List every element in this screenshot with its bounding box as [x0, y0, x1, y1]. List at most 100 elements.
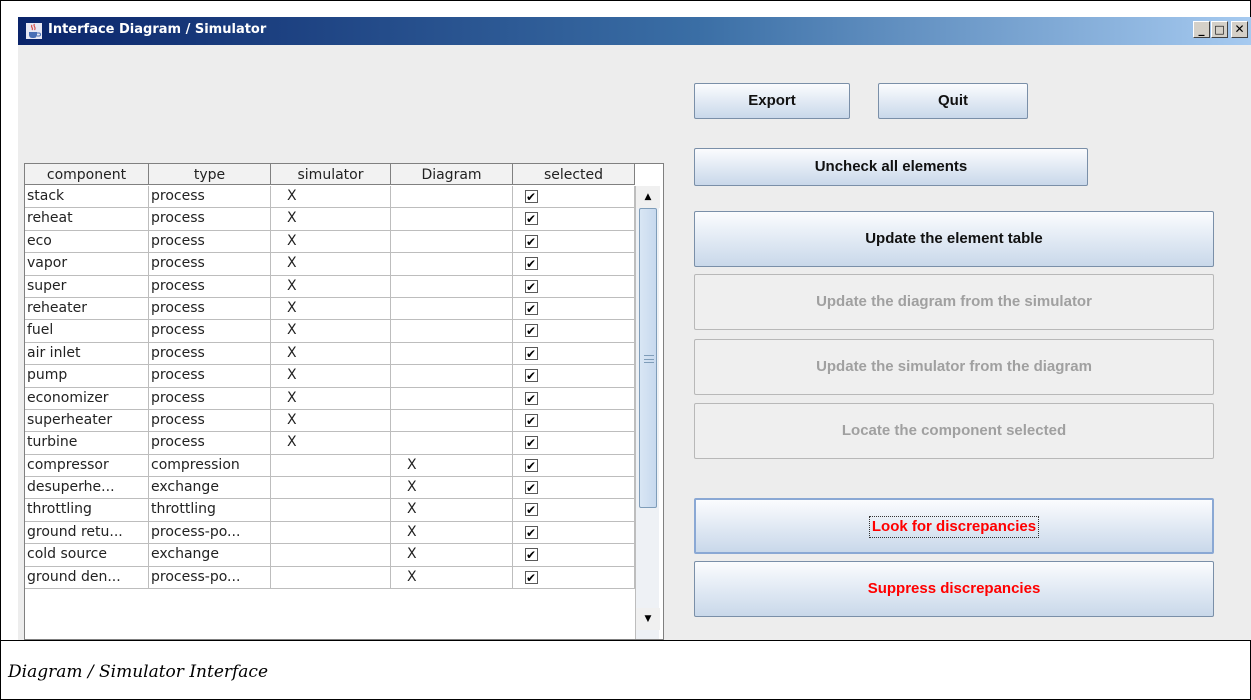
update-diagram-button[interactable]: Update the diagram from the simulator [694, 274, 1214, 330]
selected-checkbox[interactable] [525, 478, 538, 498]
type-cell: process [149, 253, 271, 275]
table-row[interactable]: super process X [25, 275, 635, 298]
component-cell: ground den... [25, 566, 149, 589]
selected-checkbox[interactable] [525, 187, 538, 207]
type-cell: process [149, 365, 271, 387]
component-cell: reheat [25, 208, 149, 230]
table-row[interactable]: cold source exchange X [25, 544, 635, 567]
selected-checkbox[interactable] [525, 277, 538, 297]
table-row[interactable]: compressor compression X [25, 454, 635, 478]
selected-checkbox[interactable] [525, 433, 538, 454]
close-button[interactable]: ✕ [1231, 21, 1248, 38]
component-cell: reheater [25, 297, 149, 320]
scroll-up-icon[interactable]: ▲ [636, 186, 660, 208]
update-simulator-button[interactable]: Update the simulator from the diagram [694, 339, 1214, 395]
diagram-cell: X [391, 566, 513, 589]
simulator-cell: X [271, 365, 391, 387]
table-row[interactable]: pump process X [25, 365, 635, 388]
selected-checkbox[interactable] [525, 523, 538, 543]
type-cell: process [149, 432, 271, 454]
table-header: component type simulator Diagram selecte… [25, 164, 635, 185]
table-row[interactable]: superheater process X [25, 409, 635, 433]
table-row[interactable]: ground retu... process-po... X [25, 521, 635, 545]
diagram-cell [391, 365, 513, 387]
uncheck-all-button[interactable]: Uncheck all elements [694, 148, 1088, 186]
table-row[interactable]: eco process X [25, 230, 635, 254]
selected-checkbox[interactable] [525, 411, 538, 431]
column-header-selected[interactable]: selected [513, 164, 635, 185]
selected-cell [513, 566, 635, 589]
table-row[interactable]: turbine process X [25, 432, 635, 455]
selected-cell [513, 275, 635, 297]
export-button[interactable]: Export [694, 83, 850, 119]
selected-cell [513, 387, 635, 409]
type-cell: process [149, 320, 271, 342]
selected-checkbox[interactable] [525, 209, 538, 230]
diagram-cell: X [391, 499, 513, 521]
selected-cell [513, 342, 635, 365]
selected-checkbox[interactable] [525, 321, 538, 342]
table-row[interactable]: ground den... process-po... X [25, 566, 635, 590]
selected-checkbox[interactable] [525, 568, 538, 588]
table-row[interactable]: throttling throttling X [25, 499, 635, 522]
selected-checkbox[interactable] [525, 344, 538, 364]
selected-checkbox[interactable] [525, 299, 538, 319]
selected-checkbox[interactable] [525, 389, 538, 409]
minimize-button[interactable]: _ [1193, 21, 1210, 38]
table-row[interactable]: reheat process X [25, 208, 635, 231]
update-table-button[interactable]: Update the element table [694, 211, 1214, 267]
column-header-type[interactable]: type [149, 164, 271, 185]
suppress-discrepancies-button[interactable]: Suppress discrepancies [694, 561, 1214, 617]
diagram-cell [391, 186, 513, 208]
diagram-cell: X [391, 521, 513, 544]
simulator-cell [271, 544, 391, 566]
diagram-cell [391, 432, 513, 454]
type-cell: process [149, 387, 271, 409]
column-header-diagram[interactable]: Diagram [391, 164, 513, 185]
selected-checkbox[interactable] [525, 500, 538, 521]
table-row[interactable]: reheater process X [25, 297, 635, 321]
column-header-simulator[interactable]: simulator [271, 164, 391, 185]
component-cell: stack [25, 186, 149, 208]
diagram-cell: X [391, 477, 513, 499]
scroll-thumb[interactable] [639, 208, 657, 508]
maximize-button[interactable]: □ [1211, 21, 1228, 38]
table-row[interactable]: air inlet process X [25, 342, 635, 366]
scroll-down-icon[interactable]: ▼ [636, 608, 660, 630]
selected-cell [513, 230, 635, 253]
selected-checkbox[interactable] [525, 254, 538, 275]
type-cell: compression [149, 454, 271, 477]
selected-checkbox[interactable] [525, 456, 538, 476]
simulator-cell: X [271, 253, 391, 275]
diagram-cell [391, 342, 513, 365]
simulator-cell [271, 499, 391, 521]
look-discrepancies-label: Look for discrepancies [868, 516, 1040, 538]
simulator-cell [271, 521, 391, 544]
selected-cell [513, 432, 635, 454]
selected-cell [513, 208, 635, 230]
diagram-cell: X [391, 454, 513, 477]
selected-checkbox[interactable] [525, 232, 538, 252]
diagram-cell [391, 275, 513, 297]
type-cell: throttling [149, 499, 271, 521]
vertical-scrollbar[interactable]: ▲ ▼ [635, 186, 660, 639]
look-discrepancies-button[interactable]: Look for discrepancies [694, 498, 1214, 554]
selected-cell [513, 499, 635, 521]
table-row[interactable]: fuel process X [25, 320, 635, 343]
table-body: stackprocessXreheatprocessXecoprocessXva… [25, 186, 635, 590]
selected-checkbox[interactable] [525, 545, 538, 566]
quit-button[interactable]: Quit [878, 83, 1028, 119]
type-cell: process [149, 409, 271, 432]
selected-checkbox[interactable] [525, 366, 538, 387]
type-cell: process-po... [149, 566, 271, 589]
table-row[interactable]: desuperhe... exchange X [25, 477, 635, 500]
column-header-component[interactable]: component [25, 164, 149, 185]
component-cell: superheater [25, 409, 149, 432]
table-row[interactable]: economizer process X [25, 387, 635, 410]
title-bar[interactable]: Interface Diagram / Simulator _ □ ✕ [18, 17, 1251, 45]
table-row[interactable]: vapor process X [25, 253, 635, 276]
element-table: component type simulator Diagram selecte… [24, 163, 664, 640]
locate-component-button[interactable]: Locate the component selected [694, 403, 1214, 459]
selected-cell [513, 477, 635, 499]
table-row[interactable]: stack process X [25, 186, 635, 209]
